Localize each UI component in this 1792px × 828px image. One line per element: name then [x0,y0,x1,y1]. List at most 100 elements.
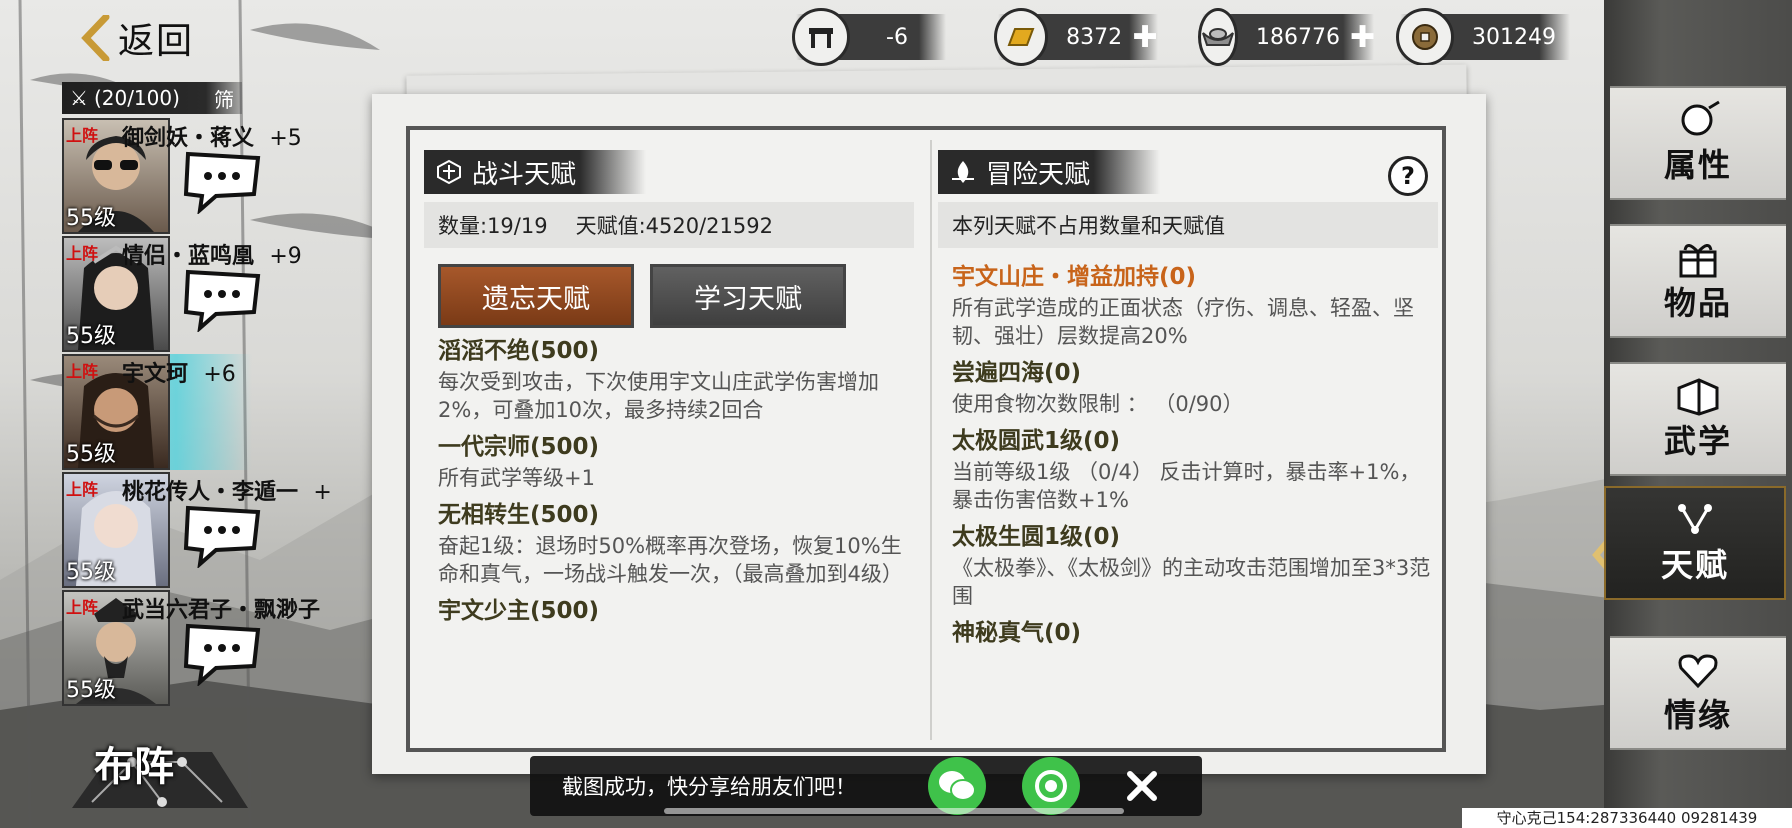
hero-card-4[interactable]: 上阵 桃花传人・李遁一 + 55级 [62,472,332,588]
combat-talent-column: 战斗天赋 数量:19/19 天赋值:4520/21592 遗忘天赋 学习天赋 滔… [424,150,914,748]
resource-copper: 301249 [1396,8,1570,66]
team-count-header: ⚔ (20/100) 筛 [62,82,242,114]
formation-button[interactable]: 布阵 [62,712,252,812]
combat-title-text: 战斗天赋 [472,159,577,190]
wechat-icon [939,771,976,801]
talent-desc: 所有武学等级+1 [438,466,595,490]
nav-label: 情缘 [1663,696,1732,734]
back-button[interactable]: 返回 [80,12,194,64]
hero-card-3[interactable]: 上阵 宇文珂 +6 55级 [62,354,252,470]
silver-ingot-icon [1198,8,1238,66]
talent-desc: 奋起1级：退场时50%概率再次登场，恢复10%生命和真气，一场战斗触发一次，（最… [438,534,903,586]
talent-name: 宇文山庄・增益加持(0) [952,264,1197,290]
talent-value: 天赋值:4520/21592 [575,214,773,238]
chat-bubble-icon[interactable] [180,502,264,568]
hero-card-2[interactable]: 上阵 情侣・蓝鸣凰 +9 55级 [62,236,302,352]
back-label: 返回 [118,21,195,62]
close-icon[interactable] [1120,764,1164,808]
talent-item[interactable]: 宇文少主(500) [438,596,914,626]
learn-talent-button[interactable]: 学习天赋 [650,264,846,328]
chat-bubble-icon[interactable] [180,620,264,686]
talent-name: 宇文少主(500) [438,598,600,624]
resource-silver: 186776 ✚ [1198,8,1375,66]
hero-card-5[interactable]: 上阵 武当六君子・飘渺子 55级 [62,590,320,706]
moments-share-button[interactable] [1022,757,1080,815]
talent-desc: 每次受到攻击，下次使用宇文山庄武学伤害增加2%，可叠加10次，最多持续2回合 [438,370,879,422]
home-indicator[interactable] [664,808,1124,814]
gift-box-icon [1679,244,1717,278]
hero-card-1[interactable]: 上阵 御剑妖・蒋义 +5 55级 [62,118,302,234]
gold-plus-button[interactable]: ✚ [1132,20,1158,55]
deployed-tag: 上阵 [66,362,99,381]
talent-item[interactable]: 一代宗师(500) 所有武学等级+1 [438,432,914,492]
talent-item[interactable]: 太极圆武1级(0) 当前等级1级 （0/4） 反击计算时，暴击率+1%，暴击伤害… [952,426,1438,514]
nav-label: 天赋 [1660,546,1729,584]
gold-bar-icon [994,8,1049,66]
talent-item[interactable]: 太极生圆1级(0) 《太极拳》、《太极剑》的主动攻击范围增加至3*3范围 [952,522,1438,610]
talent-name: 太极生圆1级(0) [952,524,1121,550]
talent-name: 一代宗师(500) [438,434,600,460]
deployed-tag: 上阵 [66,480,99,499]
combat-talent-title: 战斗天赋 [424,150,646,194]
hero-level: 55级 [66,678,116,703]
hero-level: 55级 [66,206,116,231]
hero-level: 55级 [66,442,116,467]
hero-bonus: +9 [269,244,302,269]
talent-panel-frame: 战斗天赋 数量:19/19 天赋值:4520/21592 遗忘天赋 学习天赋 滔… [406,126,1446,752]
toast-message: 截图成功，快分享给朋友们吧！ [562,775,856,799]
talent-panel: 战斗天赋 数量:19/19 天赋值:4520/21592 遗忘天赋 学习天赋 滔… [372,94,1486,774]
talent-name: 尝遍四海(0) [952,360,1082,386]
talent-tree-icon [1678,504,1712,534]
nav-label: 物品 [1663,284,1732,322]
adventure-title-text: 冒险天赋 [986,159,1091,190]
talent-name: 神秘真气(0) [952,620,1082,646]
hero-level: 55级 [66,560,116,585]
talent-item[interactable]: 尝遍四海(0) 使用食物次数限制 ： （0/90） [952,358,1438,418]
copper-value: 301249 [1472,24,1556,50]
nav-martial-arts[interactable]: 武学 [1610,362,1786,476]
talent-item[interactable]: 无相转生(500) 奋起1级：退场时50%概率再次登场，恢复10%生命和真气，一… [438,500,914,588]
forget-talent-button[interactable]: 遗忘天赋 [438,264,634,328]
chat-bubble-icon[interactable] [180,148,264,214]
formation-label: 布阵 [94,744,174,790]
nav-attributes[interactable]: 属性 [1610,86,1786,200]
talent-desc: 所有武学造成的正面状态（疗伤、调息、轻盈、坚韧、强壮）层数提高20% [952,296,1414,348]
talent-desc: 使用食物次数限制 ： （0/90） [952,392,1244,416]
moments-icon [1035,770,1067,802]
talent-item[interactable]: 宇文山庄・增益加持(0) 所有武学造成的正面状态（疗伤、调息、轻盈、坚韧、强壮）… [952,262,1438,350]
talent-item[interactable]: 滔滔不绝(500) 每次受到攻击，下次使用宇文山庄武学伤害增加2%，可叠加10次… [438,336,914,424]
hero-bonus: +5 [269,126,302,151]
talent-desc: 《太极拳》、《太极剑》的主动攻击范围增加至3*3范围 [952,556,1431,608]
combat-emblem-icon [437,159,461,185]
silver-plus-button[interactable]: ✚ [1350,20,1375,55]
talent-item[interactable]: 神秘真气(0) [952,618,1438,648]
resource-stamina: -6 [792,8,946,66]
adventure-talent-title: 冒险天赋 [938,150,1160,194]
talent-name: 无相转生(500) [438,502,600,528]
resource-gold: 8372 ✚ [994,8,1158,66]
wechat-share-button[interactable] [928,757,986,815]
hero-bonus: +6 [203,362,236,387]
deployed-tag: 上阵 [66,244,99,263]
help-icon[interactable]: ? [1388,156,1428,196]
adventure-note: 本列天赋不占用数量和天赋值 [952,214,1225,238]
share-toast: 截图成功，快分享给朋友们吧！ [530,756,1202,816]
hero-name-text: 宇文珂 [122,362,189,387]
nav-label: 武学 [1663,422,1732,460]
silver-value: 186776 [1256,24,1340,50]
chat-bubble-icon[interactable] [180,266,264,332]
nav-items[interactable]: 物品 [1610,224,1786,338]
talent-count: 数量:19/19 [438,214,548,238]
talent-name: 滔滔不绝(500) [438,338,600,364]
team-icon: ⚔ [70,86,88,110]
talent-desc: 当前等级1级 （0/4） 反击计算时，暴击率+1%，暴击伤害倍数+1% [952,460,1421,512]
nav-relationships[interactable]: 情缘 [1610,636,1786,750]
nav-talents[interactable]: 天赋 [1604,486,1786,600]
filter-button[interactable]: 筛 [214,84,234,113]
watermark: 守心克己154:287336440 09281439 [1462,808,1792,828]
hero-level: 55级 [66,324,116,349]
hero-bonus: + [313,480,332,505]
stamina-value: -6 [886,24,908,50]
combat-stats-bar: 数量:19/19 天赋值:4520/21592 [424,202,914,248]
nav-label: 属性 [1663,146,1732,184]
